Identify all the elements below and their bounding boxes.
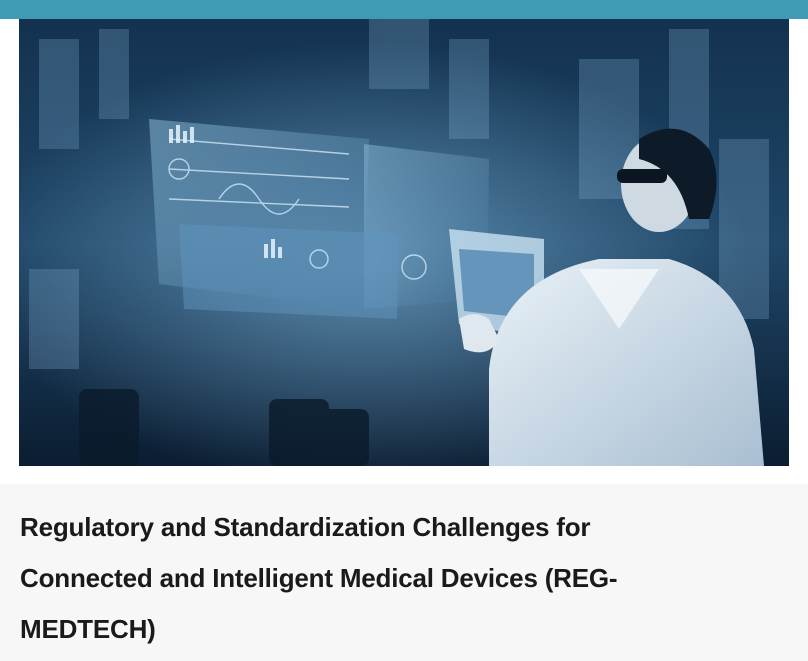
- title-line-3: MEDTECH): [20, 614, 156, 644]
- article-title[interactable]: Regulatory and Standardization Challenge…: [20, 502, 790, 655]
- hero-image[interactable]: [19, 19, 789, 466]
- title-line-2: Connected and Intelligent Medical Device…: [20, 563, 618, 593]
- title-line-1: Regulatory and Standardization Challenge…: [20, 512, 591, 542]
- article-title-block: Regulatory and Standardization Challenge…: [20, 502, 790, 655]
- futuristic-hologram-scientist-image: [19, 19, 789, 466]
- top-accent-bar: [0, 0, 808, 19]
